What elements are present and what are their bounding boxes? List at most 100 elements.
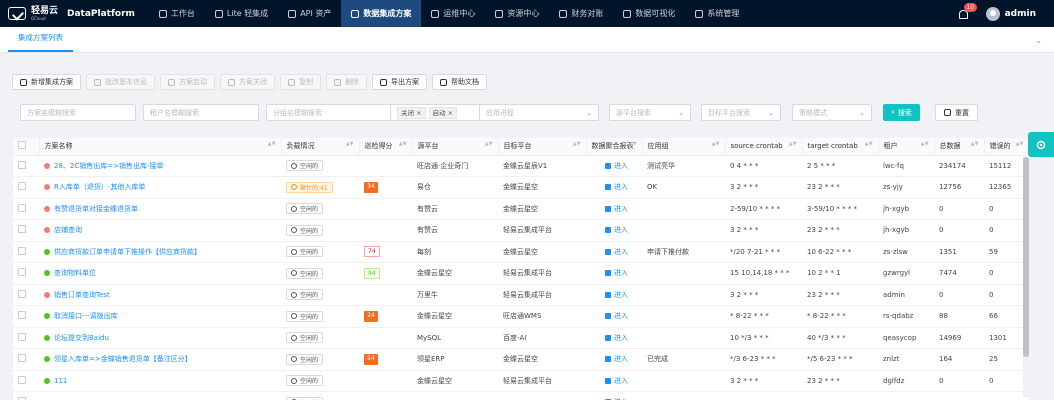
scrollbar-thumb[interactable] — [1023, 157, 1029, 357]
report-enter-link[interactable]: 进入 — [591, 161, 642, 171]
sort-icon[interactable]: ▲▼ — [865, 142, 873, 147]
table-scrollbar[interactable] — [1023, 157, 1029, 397]
sort-icon[interactable]: ▲▼ — [399, 142, 407, 147]
table-row[interactable]: 领星入库单=>金蝶销售退货单【备注区分】 空闲的 54 领星ERP 金蝶云星空 进入 已完成… — [13, 348, 1029, 371]
sort-icon[interactable]: ▲▼ — [485, 142, 493, 147]
table-row[interactable]: 28、2C销售出库=>销售出库-接单 空闲的 旺店通·企业奇门 金蝶云星辰V1 进入 测试… — [13, 155, 1029, 177]
target-platform-select[interactable]: 目标平台搜索 ⌄ — [701, 104, 781, 121]
username[interactable]: admin — [1005, 9, 1036, 19]
table-row[interactable]: 供应商货款订单申请单下推操作【供应商货款】 空闲的 74 每刻 金蝶云星空 进入 申请下推付… — [13, 241, 1029, 263]
column-header[interactable]: 租户 ▲▼ — [878, 138, 935, 156]
tenant-name-search-input[interactable]: 租户名模糊搜索 — [143, 104, 259, 121]
source-platform-select[interactable]: 源平台搜索 ⌄ — [609, 104, 691, 121]
plan-name-link[interactable]: 论坛提交到Baidu — [44, 333, 281, 343]
table-row[interactable]: 论坛提交到Baidu 空闲的 MySQL 百度-AI 进入 10 */3 * * * 40 … — [13, 327, 1029, 349]
select-all-checkbox[interactable] — [18, 141, 26, 150]
plan-name-link[interactable]: 有赞退货单对接金蝶退货单 — [44, 204, 281, 214]
plan-name-link[interactable]: 28、2C销售出库=>销售出库-接单 — [44, 161, 281, 171]
table-row[interactable]: R入库单（退货）-其他入库单 繁忙的:41 34 易仓 金蝶云星空 进入 OK 3 2 * *… — [13, 176, 1029, 199]
bell-icon[interactable]: 10 — [958, 2, 978, 19]
column-header[interactable]: 源平台 ▲▼ — [412, 138, 499, 156]
sort-icon[interactable]: ▲▼ — [346, 142, 354, 147]
toolbar-button-4[interactable]: 复制 — [280, 74, 321, 90]
report-enter-link[interactable]: 进入 — [591, 225, 642, 235]
report-enter-link[interactable]: 进入 — [591, 376, 642, 386]
nav-item-7[interactable]: 数据可视化 — [613, 0, 685, 27]
plan-name-link[interactable]: 销售订单查询Test — [44, 290, 281, 300]
toolbar-button-0[interactable]: 新增集成方案 — [12, 74, 81, 90]
report-enter-link[interactable]: 进入 — [591, 268, 642, 278]
nav-item-0[interactable]: 工作台 — [149, 0, 205, 27]
sort-icon[interactable]: ▲▼ — [629, 142, 637, 147]
row-checkbox[interactable] — [18, 268, 26, 277]
toolbar-button-3[interactable]: 方案关闭 — [220, 74, 275, 90]
sort-icon[interactable]: ▲▼ — [268, 142, 276, 147]
table-row[interactable]: 取消接口---调拨出库 空闲的 24 金蝶云星空 旺店通WMS 进入 * 8-22 * * … — [13, 305, 1029, 328]
sort-icon[interactable]: ▲▼ — [573, 142, 581, 147]
nav-item-8[interactable]: 系统管理 — [685, 0, 749, 27]
report-enter-link[interactable]: 进入 — [591, 333, 642, 343]
tab-more-icon[interactable]: ⌄ — [1035, 36, 1042, 45]
plan-name-link[interactable]: 供应商货款订单申请单下推操作【供应商货款】 — [44, 247, 281, 257]
toolbar-button-7[interactable]: 帮助文档 — [432, 74, 487, 90]
row-checkbox[interactable] — [18, 225, 26, 234]
report-enter-link[interactable]: 进入 — [591, 290, 642, 300]
toolbar-button-1[interactable]: 批改基本信息 — [86, 74, 155, 90]
row-checkbox[interactable] — [18, 160, 26, 169]
column-header[interactable]: 目标平台 ▲▼ — [498, 138, 587, 156]
plan-name-link[interactable]: 店铺查询 — [44, 225, 281, 235]
sort-icon[interactable]: ▲▼ — [789, 142, 797, 147]
strategy-select[interactable]: 策略模式 ⌄ — [792, 104, 872, 121]
toolbar-button-5[interactable]: 删除 — [326, 74, 367, 90]
table-row[interactable]: 查询物料单位 空闲的 94 金蝶云星空 轻易云集成平台 进入 15 10,14,18 * *… — [13, 262, 1029, 285]
nav-item-2[interactable]: API 资产 — [278, 0, 341, 27]
sort-icon[interactable]: ▲▼ — [921, 142, 929, 147]
avatar[interactable] — [985, 6, 1000, 21]
report-enter-link[interactable]: 进入 — [591, 247, 642, 257]
settings-float-button[interactable] — [1028, 132, 1054, 157]
row-checkbox[interactable] — [18, 354, 26, 363]
status-tag-closed[interactable]: 关闭 × — [397, 106, 426, 119]
table-row[interactable]: 店铺查询 空闲的 有赞云 轻易云集成平台 进入 3 2 * * * 23 2 * * * jh… — [13, 219, 1029, 242]
report-enter-link[interactable]: 进入 — [591, 182, 642, 192]
column-header[interactable]: 数据聚合报表 ▲▼ — [586, 138, 643, 156]
row-checkbox[interactable] — [18, 332, 26, 341]
plan-name-link[interactable]: 111 — [44, 377, 281, 385]
toolbar-button-2[interactable]: 方案启动 — [160, 74, 215, 90]
column-header[interactable]: 错误的 ▲▼ — [984, 138, 1029, 156]
status-tag-started[interactable]: 启动 × — [428, 106, 458, 119]
plan-name-search-input[interactable]: 方案名模糊搜索 — [20, 104, 136, 121]
column-header[interactable]: 方案名称 ▲▼ — [39, 138, 282, 156]
toolbar-button-6[interactable]: 导出方案 — [372, 74, 427, 90]
column-header[interactable]: 总数据 ▲▼ — [934, 138, 985, 156]
plan-name-link[interactable]: 查询物料单位 — [44, 268, 281, 278]
tab-plan-list[interactable]: 集成方案列表 — [8, 32, 73, 52]
sort-icon[interactable]: ▲▼ — [712, 142, 720, 147]
status-select[interactable]: 关闭 × 启动 × — [390, 104, 490, 121]
plan-name-link[interactable]: 取消接口---调拨出库 — [44, 311, 281, 321]
search-button[interactable]: ⌕ 搜索 — [883, 104, 920, 121]
nav-item-3[interactable]: 数据集成方案 — [341, 0, 422, 27]
report-enter-link[interactable]: 进入 — [591, 311, 642, 321]
sort-icon[interactable]: ▲▼ — [971, 142, 979, 147]
reset-button[interactable]: 重置 — [935, 104, 978, 121]
row-checkbox[interactable] — [18, 375, 26, 384]
row-checkbox[interactable] — [18, 289, 26, 298]
row-checkbox[interactable] — [18, 203, 26, 212]
column-header[interactable]: 应用组 ▲▼ — [642, 138, 726, 156]
report-enter-link[interactable]: 进入 — [591, 354, 642, 364]
nav-item-6[interactable]: 财务对账 — [549, 0, 613, 27]
column-header[interactable]: source crontab ▲▼ — [725, 138, 803, 156]
app-process-select[interactable]: 应用进程 ⌄ — [479, 104, 599, 121]
column-header[interactable]: 负载情况 ▲▼ — [281, 138, 360, 156]
nav-item-5[interactable]: 资源中心 — [485, 0, 549, 27]
row-checkbox[interactable] — [18, 311, 26, 320]
plan-name-link[interactable]: 领星入库单=>金蝶销售退货单【备注区分】 — [44, 354, 281, 364]
row-checkbox[interactable] — [18, 182, 26, 191]
table-row[interactable]: 111 空闲的 金蝶云星空 轻易云集成平台 进入 3 2 * * * 23 2 * * * d… — [13, 370, 1029, 392]
table-row[interactable]: 销售订单查询Test 空闲的 万里牛 轻易云集成平台 进入 3 2 * * * 23 2 *… — [13, 284, 1029, 306]
table-row[interactable]: 有赞退货单对接金蝶退货单 空闲的 有赞云 金蝶云星空 进入 2-59/10 * * * *… — [13, 198, 1029, 220]
group-name-search-input[interactable]: 分组名模糊搜索 — [266, 104, 400, 121]
column-header[interactable]: 巡检得分 ▲▼ — [359, 138, 413, 156]
column-header[interactable]: target crontab ▲▼ — [802, 138, 879, 156]
